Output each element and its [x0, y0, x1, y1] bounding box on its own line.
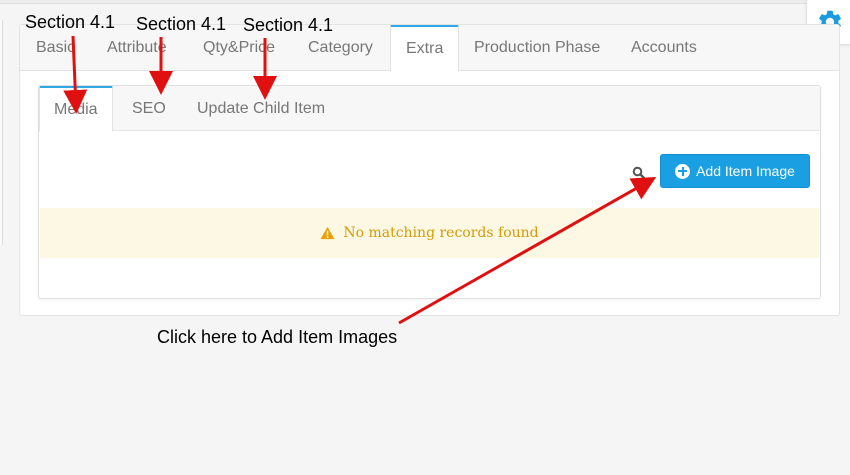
search-icon[interactable] [632, 166, 646, 180]
warning-icon [320, 226, 335, 240]
tab-accounts[interactable]: Accounts [631, 25, 697, 71]
tab-production-phase[interactable]: Production Phase [474, 25, 600, 71]
empty-message-text: No matching records found [343, 225, 539, 241]
annotation-cta-note: Click here to Add Item Images [157, 327, 398, 347]
top-band [0, 0, 850, 4]
tab-update-child-item[interactable]: Update Child Item [197, 86, 325, 131]
tab-extra[interactable]: Extra [390, 25, 460, 72]
annotation-section-label-3: Section 4.1 [243, 15, 334, 35]
annotation-section-label-1: Section 4.1 [25, 12, 116, 32]
tab-media[interactable]: Media [39, 86, 113, 132]
sub-tabs: Media SEO Update Child Item [39, 86, 820, 132]
add-item-image-button[interactable]: Add Item Image [660, 154, 810, 188]
tab-seo[interactable]: SEO [132, 86, 166, 131]
empty-table-message-row: No matching records found [40, 208, 819, 258]
extra-tab-content: Media SEO Update Child Item Add Item Ima… [38, 85, 821, 299]
left-sidebar-edge [0, 20, 3, 245]
add-item-image-label: Add Item Image [696, 163, 795, 179]
annotation-section-label-2: Section 4.1 [136, 14, 227, 34]
item-form-panel: Basic Attribute Qty&Price Category Extra… [19, 24, 840, 316]
plus-circle-icon [675, 163, 691, 179]
